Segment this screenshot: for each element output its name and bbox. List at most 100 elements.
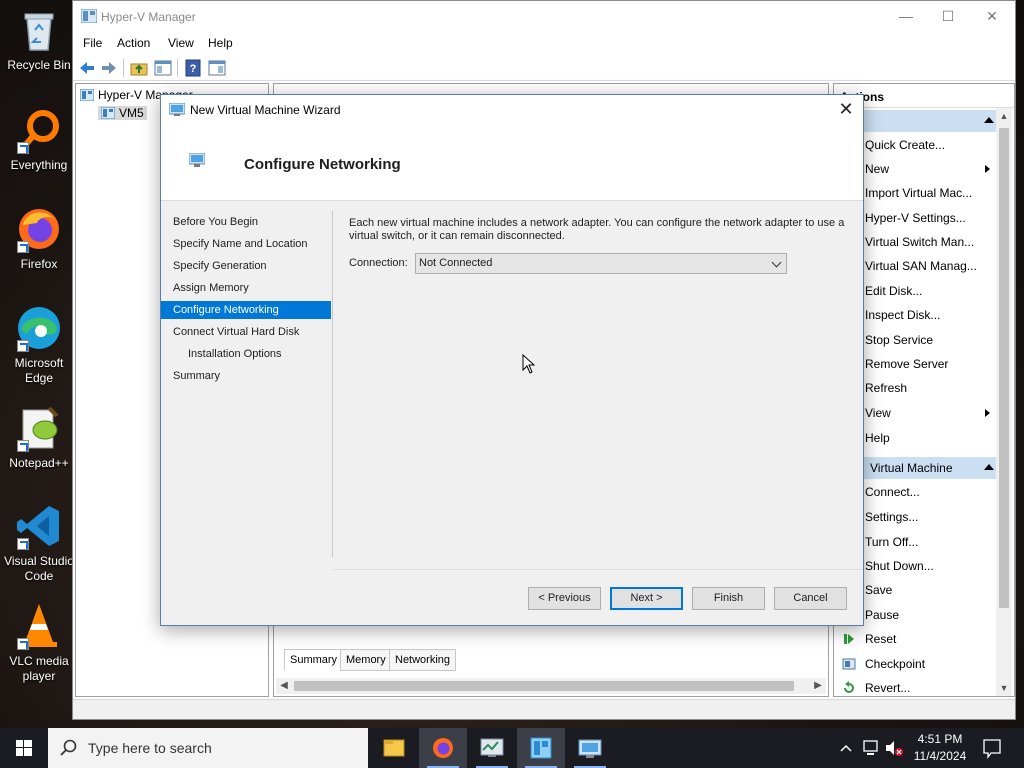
scroll-right-icon[interactable]: ▶	[810, 678, 826, 694]
tree-item-vm5[interactable]: VM5	[98, 106, 147, 120]
connection-selected-value: Not Connected	[419, 257, 493, 269]
notification-icon	[983, 739, 1001, 759]
shortcut-arrow-icon	[17, 142, 29, 154]
taskbar-hyperv-manager[interactable]	[517, 728, 565, 768]
back-icon[interactable]	[77, 58, 97, 78]
show-hidden-icons-button[interactable]	[838, 728, 854, 768]
desktop-icon-label: Everything	[10, 158, 68, 172]
taskbar-file-explorer[interactable]	[370, 728, 418, 768]
taskbar-clock[interactable]: 4:51 PM 11/4/2024	[906, 731, 974, 765]
close-button[interactable]: ✕	[969, 5, 1015, 27]
menu-view[interactable]: View	[168, 36, 194, 50]
connection-dropdown[interactable]: Not Connected	[415, 253, 787, 274]
search-icon	[60, 739, 77, 756]
collapse-icon	[984, 117, 994, 123]
dialog-title: New Virtual Machine Wizard	[190, 103, 341, 117]
scrollbar-thumb[interactable]	[294, 681, 794, 691]
step-specify-generation[interactable]: Specify Generation	[161, 257, 331, 275]
everything-search-icon	[15, 106, 63, 154]
taskbar: Type here to search 4:51 PM 11/4/2024	[0, 728, 1024, 768]
desktop-icon-firefox[interactable]: Firefox	[4, 205, 74, 272]
action-refresh[interactable]: Refresh	[865, 381, 907, 395]
desktop-icon-everything[interactable]: Everything	[4, 106, 74, 173]
vertical-scrollbar[interactable]: ▲ ▼	[996, 108, 1012, 696]
network-tray-button[interactable]	[862, 728, 880, 768]
action-help[interactable]: Help	[865, 431, 890, 445]
dialog-close-button[interactable]: ✕	[835, 97, 857, 121]
action-pause[interactable]: Pause	[865, 608, 899, 622]
action-inspect-disk[interactable]: Inspect Disk...	[865, 308, 940, 322]
action-turn-off[interactable]: Turn Off...	[865, 535, 918, 549]
minimize-button[interactable]: —	[883, 5, 929, 27]
menu-action[interactable]: Action	[117, 36, 150, 50]
action-view[interactable]: View	[865, 406, 990, 420]
action-connect[interactable]: Connect...	[865, 485, 920, 499]
action-stop-service[interactable]: Stop Service	[865, 333, 933, 347]
taskbar-task-manager[interactable]	[468, 728, 516, 768]
next-button[interactable]: Next >	[610, 587, 683, 610]
scrollbar-thumb[interactable]	[999, 128, 1009, 608]
desktop-icon-vlc[interactable]: VLC media player	[4, 602, 74, 684]
action-new[interactable]: New	[865, 162, 990, 176]
show-hide-action-pane-icon[interactable]	[207, 58, 227, 78]
clock-time: 4:51 PM	[917, 732, 963, 746]
step-assign-memory[interactable]: Assign Memory	[161, 279, 331, 297]
action-hyperv-settings[interactable]: Hyper-V Settings...	[865, 211, 966, 225]
action-save[interactable]: Save	[865, 583, 892, 597]
action-quick-create[interactable]: Quick Create...	[865, 138, 945, 152]
shortcut-arrow-icon	[17, 340, 29, 352]
scroll-left-icon[interactable]: ◀	[276, 678, 292, 694]
step-configure-networking[interactable]: Configure Networking	[161, 301, 331, 319]
svg-text:?: ?	[190, 63, 197, 75]
horizontal-scrollbar[interactable]: ◀ ▶	[276, 678, 826, 694]
tab-summary[interactable]: Summary	[284, 649, 344, 671]
maximize-button[interactable]: ☐	[925, 5, 971, 27]
volume-tray-button[interactable]	[884, 728, 904, 768]
step-connect-virtual-hard-disk[interactable]: Connect Virtual Hard Disk	[161, 323, 331, 341]
step-installation-options[interactable]: Installation Options	[161, 345, 331, 363]
action-settings[interactable]: Settings...	[865, 510, 918, 524]
forward-icon[interactable]	[99, 58, 119, 78]
wizard-steps: Before You Begin Specify Name and Locati…	[161, 203, 333, 553]
taskbar-vmconnect[interactable]	[566, 728, 614, 768]
action-import-vm[interactable]: Import Virtual Mac...	[865, 186, 972, 200]
show-hide-tree-icon[interactable]	[153, 58, 173, 78]
help-icon[interactable]: ?	[183, 58, 203, 78]
taskbar-firefox[interactable]	[419, 728, 467, 768]
scroll-up-icon[interactable]: ▲	[996, 108, 1012, 124]
notifications-button[interactable]	[982, 728, 1002, 768]
step-before-you-begin[interactable]: Before You Begin	[161, 213, 331, 231]
desktop-icon-notepadpp[interactable]: Notepad++	[4, 404, 74, 471]
action-revert[interactable]: Revert...	[865, 681, 910, 695]
action-remove-server[interactable]: Remove Server	[865, 357, 948, 371]
action-virtual-san-manager[interactable]: Virtual SAN Manag...	[865, 259, 977, 273]
menu-file[interactable]: File	[83, 36, 102, 50]
action-checkpoint[interactable]: Checkpoint	[865, 657, 925, 671]
start-button[interactable]	[0, 728, 48, 768]
submenu-arrow-icon	[985, 165, 990, 173]
step-summary[interactable]: Summary	[161, 367, 331, 385]
action-reset[interactable]: Reset	[865, 632, 896, 646]
taskbar-search-box[interactable]: Type here to search	[48, 728, 368, 768]
title-bar[interactable]: Hyper-V Manager — ☐ ✕	[73, 1, 1015, 31]
hyperv-manager-icon	[530, 737, 552, 759]
desktop-icon-edge[interactable]: Microsoft Edge	[4, 304, 74, 386]
desktop-icon-vscode[interactable]: Visual Studio Code	[4, 502, 74, 584]
action-edit-disk[interactable]: Edit Disk...	[865, 284, 922, 298]
desktop-icon-recycle-bin[interactable]: Recycle Bin	[4, 6, 74, 73]
previous-button[interactable]: < Previous	[528, 587, 601, 610]
scroll-down-icon[interactable]: ▼	[996, 680, 1012, 696]
shortcut-arrow-icon	[17, 638, 29, 650]
desktop-icon-label: Visual Studio Code	[4, 554, 74, 583]
tab-memory[interactable]: Memory	[340, 649, 392, 671]
up-folder-icon[interactable]	[129, 58, 149, 78]
cancel-button[interactable]: Cancel	[774, 587, 847, 610]
action-shut-down[interactable]: Shut Down...	[865, 559, 934, 573]
file-explorer-icon	[383, 739, 405, 757]
action-virtual-switch-manager[interactable]: Virtual Switch Man...	[865, 235, 974, 249]
dialog-title-bar[interactable]: New Virtual Machine Wizard ✕	[161, 95, 863, 125]
step-specify-name-location[interactable]: Specify Name and Location	[161, 235, 331, 253]
tab-networking[interactable]: Networking	[389, 649, 457, 671]
finish-button[interactable]: Finish	[692, 587, 765, 610]
menu-help[interactable]: Help	[208, 36, 233, 50]
